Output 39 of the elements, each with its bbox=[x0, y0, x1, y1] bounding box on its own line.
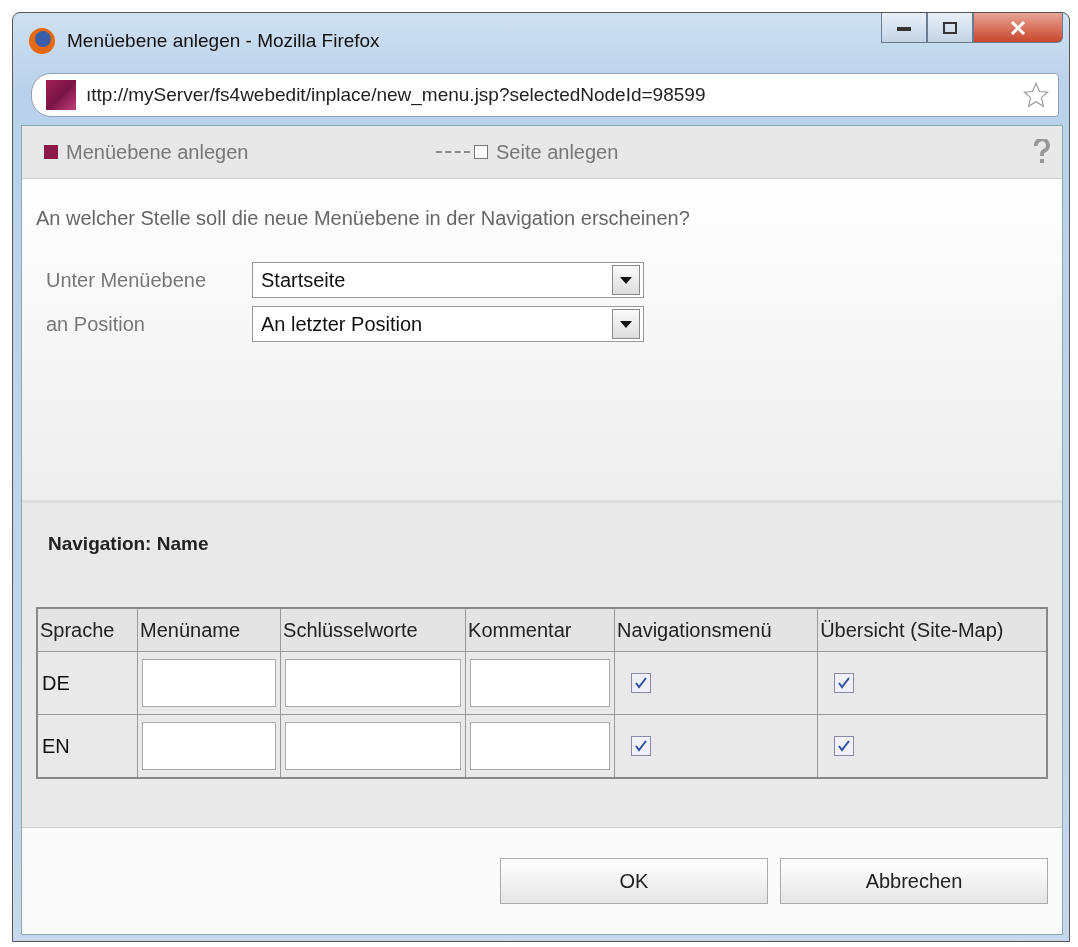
address-bar[interactable]: ıttp://myServer/fs4webedit/inplace/new_menu.jsp?selectedNodeId=98599 bbox=[31, 73, 1059, 117]
column-header: Kommentar bbox=[465, 608, 615, 652]
step-connector bbox=[436, 151, 470, 153]
question-text: An welcher Stelle soll die neue Menüebene in der Navigation erscheinen? bbox=[36, 207, 691, 230]
checkbox[interactable] bbox=[834, 736, 855, 756]
minimize-icon bbox=[897, 24, 911, 31]
checkbox[interactable] bbox=[631, 736, 652, 756]
ok-button[interactable]: OK bbox=[500, 858, 768, 904]
maximize-button[interactable] bbox=[927, 13, 973, 43]
input-field[interactable] bbox=[142, 722, 277, 770]
input-field[interactable] bbox=[470, 722, 611, 770]
minimize-button[interactable] bbox=[881, 13, 927, 43]
checkbox[interactable] bbox=[834, 673, 855, 693]
field-label: an Position bbox=[46, 312, 146, 336]
section-title: Navigation: Name bbox=[48, 533, 210, 555]
url-field[interactable]: ıttp://myServer/fs4webedit/inplace/new_menu.jsp?selectedNodeId=98599 bbox=[84, 83, 1014, 107]
maximize-icon bbox=[943, 21, 957, 34]
star-icon[interactable] bbox=[1022, 81, 1050, 109]
dropdown[interactable]: Startseite bbox=[252, 262, 644, 298]
close-icon bbox=[1010, 20, 1026, 35]
column-header: Schlüsselworte bbox=[280, 608, 466, 652]
column-header: Menüname bbox=[137, 608, 281, 652]
close-button[interactable] bbox=[973, 13, 1063, 43]
site-icon bbox=[46, 80, 76, 110]
step-label: Seite anlegen bbox=[496, 140, 619, 164]
column-header: Sprache bbox=[37, 608, 138, 652]
step-label: Menüebene anlegen bbox=[66, 140, 250, 164]
column-header: Navigationsmenü bbox=[614, 608, 818, 652]
table-cell: DE bbox=[37, 651, 138, 715]
input-field[interactable] bbox=[285, 722, 462, 770]
window-title: Menüebene anlegen - Mozilla Firefox bbox=[67, 30, 380, 52]
cancel-button[interactable]: Abbrechen bbox=[780, 858, 1048, 904]
field-label: Unter Menüebene bbox=[46, 268, 208, 292]
checkbox[interactable] bbox=[631, 673, 652, 693]
column-header: Übersicht (Site-Map) bbox=[817, 608, 1047, 652]
input-field[interactable] bbox=[285, 659, 462, 707]
input-field[interactable] bbox=[470, 659, 611, 707]
dropdown[interactable]: An letzter Position bbox=[252, 306, 644, 342]
input-field[interactable] bbox=[142, 659, 277, 707]
